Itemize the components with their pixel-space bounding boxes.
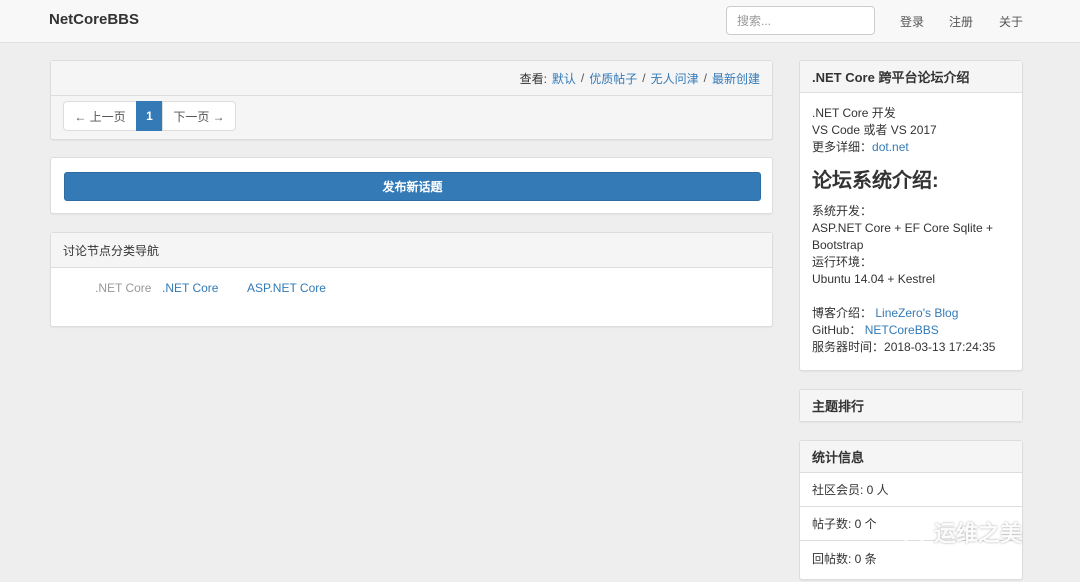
- pagination: ← 上一页 1 下一页 →: [63, 101, 236, 131]
- login-link[interactable]: 登录: [900, 13, 924, 30]
- filter-default-link[interactable]: 默认: [552, 70, 576, 87]
- dotnet-link[interactable]: dot.net: [872, 140, 909, 154]
- category-group-label: .NET Core: [95, 281, 152, 295]
- intro-body: .NET Core 开发 VS Code 或者 VS 2017 更多详细：dot…: [800, 93, 1022, 368]
- filter-separator: /: [642, 71, 646, 85]
- forum-intro-panel: .NET Core 跨平台论坛介绍 .NET Core 开发 VS Code 或…: [799, 60, 1023, 371]
- next-page-button[interactable]: 下一页 →: [162, 101, 236, 131]
- server-time-label: 服务器时间：: [812, 340, 885, 354]
- blog-row: 博客介绍： LineZero's Blog: [812, 305, 1010, 322]
- stats-title: 统计信息: [800, 441, 1022, 473]
- dev-label: 系统开发：: [812, 204, 873, 218]
- watermark-text: 运维之美: [934, 521, 1023, 546]
- node-dotnet-core-link[interactable]: .NET Core: [162, 281, 218, 295]
- page-1-button[interactable]: 1: [136, 101, 163, 131]
- category-nav-panel: 讨论节点分类导航 .NET Core .NET Core ASP.NET Cor…: [50, 232, 773, 327]
- github-link[interactable]: NETCoreBBS: [865, 323, 939, 337]
- top-navbar: NetCoreBBS 登录 注册 关于: [0, 0, 1080, 43]
- github-row: GitHub： NETCoreBBS: [812, 322, 1010, 339]
- filter-separator: /: [580, 71, 585, 85]
- stat-members: 社区会员: 0 人: [800, 473, 1022, 507]
- filter-label: 查看:: [519, 71, 547, 86]
- brand-logo[interactable]: NetCoreBBS: [49, 11, 139, 28]
- new-topic-panel: 发布新话题: [50, 157, 773, 214]
- server-time-row: 服务器时间：2018-03-13 17:24:35: [812, 339, 1010, 356]
- category-nav-title: 讨论节点分类导航: [51, 233, 772, 268]
- topic-filter-panel: 查看: 默认 / 优质帖子 / 无人问津 / 最新创建 ← 上一页 1 下一页 …: [50, 60, 773, 140]
- ranking-title: 主题排行: [800, 390, 1022, 421]
- intro-line: VS Code 或者 VS 2017: [812, 123, 937, 137]
- github-label: GitHub：: [812, 323, 862, 337]
- env-label: 运行环境：: [812, 255, 873, 269]
- dev-stack: ASP.NET Core + EF Core Sqlite + Bootstra…: [812, 221, 993, 252]
- topic-ranking-panel: 主题排行: [799, 389, 1023, 422]
- about-link[interactable]: 关于: [999, 13, 1023, 30]
- filter-bar: 查看: 默认 / 优质帖子 / 无人问津 / 最新创建: [51, 61, 772, 96]
- system-intro-heading: 论坛系统介绍:: [812, 170, 939, 192]
- new-topic-button[interactable]: 发布新话题: [64, 172, 761, 201]
- register-link[interactable]: 注册: [949, 13, 973, 30]
- intro-title: .NET Core 跨平台论坛介绍: [800, 61, 1022, 93]
- blog-label: 博客介绍：: [812, 306, 873, 320]
- server-time: 2018-03-13 17:24:35: [884, 340, 996, 354]
- intro-line: .NET Core 开发: [812, 106, 896, 120]
- wechat-icon: [889, 517, 926, 546]
- env-value: Ubuntu 14.04 + Kestrel: [812, 272, 936, 286]
- intro-more: 更多详细：dot.net: [812, 139, 1010, 156]
- more-label: 更多详细：: [812, 140, 873, 154]
- filter-quality-link[interactable]: 优质帖子: [589, 70, 637, 87]
- node-aspnet-core-link[interactable]: ASP.NET Core: [247, 281, 326, 295]
- filter-newest-link[interactable]: 最新创建: [712, 70, 760, 87]
- wechat-watermark: 运维之美: [888, 516, 1022, 548]
- filter-unanswered-link[interactable]: 无人问津: [651, 70, 699, 87]
- filter-separator: /: [703, 71, 707, 85]
- search-input[interactable]: [726, 6, 875, 35]
- blog-link[interactable]: LineZero's Blog: [875, 306, 958, 320]
- stats-panel: 统计信息 社区会员: 0 人 帖子数: 0 个 回帖数: 0 条: [799, 440, 1023, 580]
- prev-page-button[interactable]: ← 上一页: [63, 101, 137, 131]
